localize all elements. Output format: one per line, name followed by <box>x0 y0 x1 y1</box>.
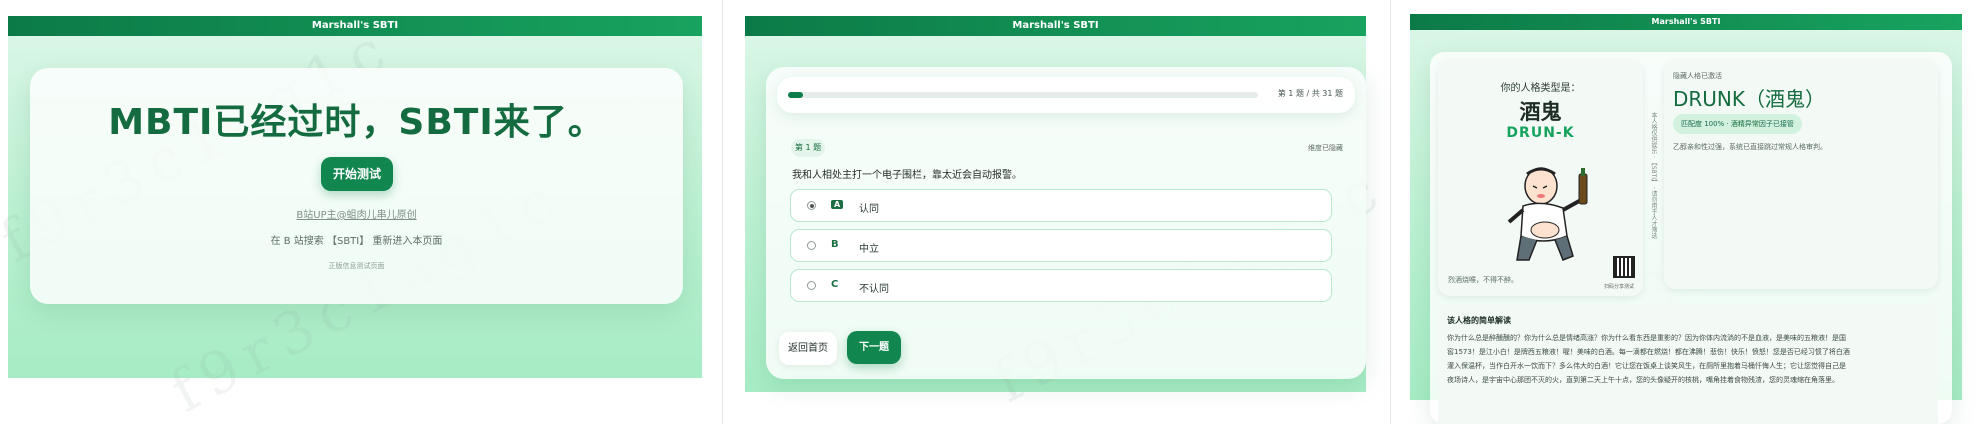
dimension-hidden-label: 维度已隐藏 <box>1308 144 1343 152</box>
option-a-code: A <box>831 200 844 209</box>
screen-landing: Marshall's SBTI f9r3c1ag1c f9r3c1ag1c MB… <box>0 0 722 424</box>
question-card: 第 1 题 / 共 31 题 第 1 题 维度已隐藏 我和人相处主打一个电子围栏… <box>766 67 1366 379</box>
progress-card: 第 1 题 / 共 31 题 <box>777 77 1355 113</box>
screen-question: Marshall's SBTI f9r3c1ag1c 第 1 题 / 共 31 … <box>723 0 1390 424</box>
footnote: 正版信息测试页面 <box>328 262 385 270</box>
type-code: DRUN-K <box>1506 125 1575 141</box>
hidden-personality-card: 隐藏人格已激活 DRUNK（酒鬼） 匹配度 100% · 酒精异常因子已接管 乙… <box>1664 61 1938 289</box>
side-disclaimer: 本人格仅供娱乐 · 【SBTI】 · 请勿用于人才筛选 <box>1650 112 1657 239</box>
result-card: 你的人格类型是： 酒鬼 DRUN-K 烈酒烧喉，不得不醉。 扫码分享测试 本人格… <box>1430 52 1952 424</box>
next-question-button[interactable]: 下一题 <box>847 331 901 364</box>
app-header: Marshall's SBTI <box>1410 14 1962 30</box>
author-link[interactable]: B站UP主@蛆肉儿串儿原创 <box>30 206 683 221</box>
option-b-code: B <box>831 239 839 250</box>
qr-code <box>1613 256 1635 278</box>
progress-text: 第 1 题 / 共 31 题 <box>1277 89 1343 98</box>
option-a-text: 认同 <box>859 204 879 215</box>
hidden-activated-label: 隐藏人格已激活 <box>1673 72 1722 80</box>
landing-card: MBTI已经过时，SBTI来了。 开始测试 B站UP主@蛆肉儿串儿原创 在 B … <box>30 68 683 304</box>
option-a[interactable]: A 认同 <box>790 189 1332 222</box>
search-hint: 在 B 站搜索 【SBTI】 重新进入本页面 <box>270 236 443 247</box>
interpretation-line: 窖1573！是江小白！是牌西五粮液！喔！美味的白酒。每一滴都在燃烧！都在沸腾！悲… <box>1447 348 1850 356</box>
type-caption: 烈酒烧喉，不得不醉。 <box>1448 276 1518 284</box>
option-c-radio[interactable] <box>807 281 816 290</box>
page-title: MBTI已经过时，SBTI来了。 <box>108 102 605 143</box>
type-card: 你的人格类型是： 酒鬼 DRUN-K 烈酒烧喉，不得不醉。 扫码分享测试 <box>1438 61 1643 296</box>
result-title: DRUNK（酒鬼） <box>1673 87 1826 111</box>
start-test-button[interactable]: 开始测试 <box>321 157 393 191</box>
interpretation-line: 你为什么总是醉醺醺的？你为什么总是情绪高涨？你为什么看东西是重影的？因为你体内流… <box>1447 334 1846 342</box>
drunk-character-illustration <box>1507 167 1588 261</box>
question-number-tag: 第 1 题 <box>791 139 825 157</box>
interpretation-title: 该人格的简单解读 <box>1447 316 1511 325</box>
option-b-radio[interactable] <box>807 241 816 250</box>
option-b-text: 中立 <box>859 244 879 255</box>
match-badge: 匹配度 100% · 酒精异常因子已接管 <box>1673 114 1802 134</box>
app-header: Marshall's SBTI <box>745 16 1366 36</box>
screen-result: Marshall's SBTI f9r3c1ag1c 你的人格类型是： 酒鬼 D… <box>1391 0 1978 424</box>
qr-caption: 扫码分享测试 <box>1604 284 1635 290</box>
option-c-code: C <box>831 279 839 290</box>
back-home-button[interactable]: 返回首页 <box>779 332 837 365</box>
option-c-text: 不认同 <box>859 284 889 295</box>
progress-fill <box>788 92 803 98</box>
option-a-radio[interactable] <box>807 201 816 210</box>
interpretation-line: 夜场诗人，是宇宙中心那团不灭的火，直到第二天上午十点，您的头像疑开的核桃，嘴角挂… <box>1447 376 1839 384</box>
option-b[interactable]: B 中立 <box>790 229 1332 262</box>
interpretation-line: 灌入保温杯，当作白开水一饮而下？多么伟大的白酒！它让您在饭桌上谈笑风生，在厕所里… <box>1447 362 1846 370</box>
result-description: 乙醇亲和性过强，系统已直接跳过常规人格审判。 <box>1673 143 1827 151</box>
type-name: 酒鬼 <box>1519 100 1562 124</box>
app-header: Marshall's SBTI <box>8 16 702 36</box>
interpretation-card: 该人格的简单解读 你为什么总是醉醺醺的？你为什么总是情绪高涨？你为什么看东西是重… <box>1438 304 1938 424</box>
question-text: 我和人相处主打一个电子围栏，靠太近会自动报警。 <box>792 170 1022 181</box>
progress-bar <box>788 92 1258 98</box>
option-c[interactable]: C 不认同 <box>790 269 1332 302</box>
type-label: 你的人格类型是： <box>1500 83 1581 94</box>
